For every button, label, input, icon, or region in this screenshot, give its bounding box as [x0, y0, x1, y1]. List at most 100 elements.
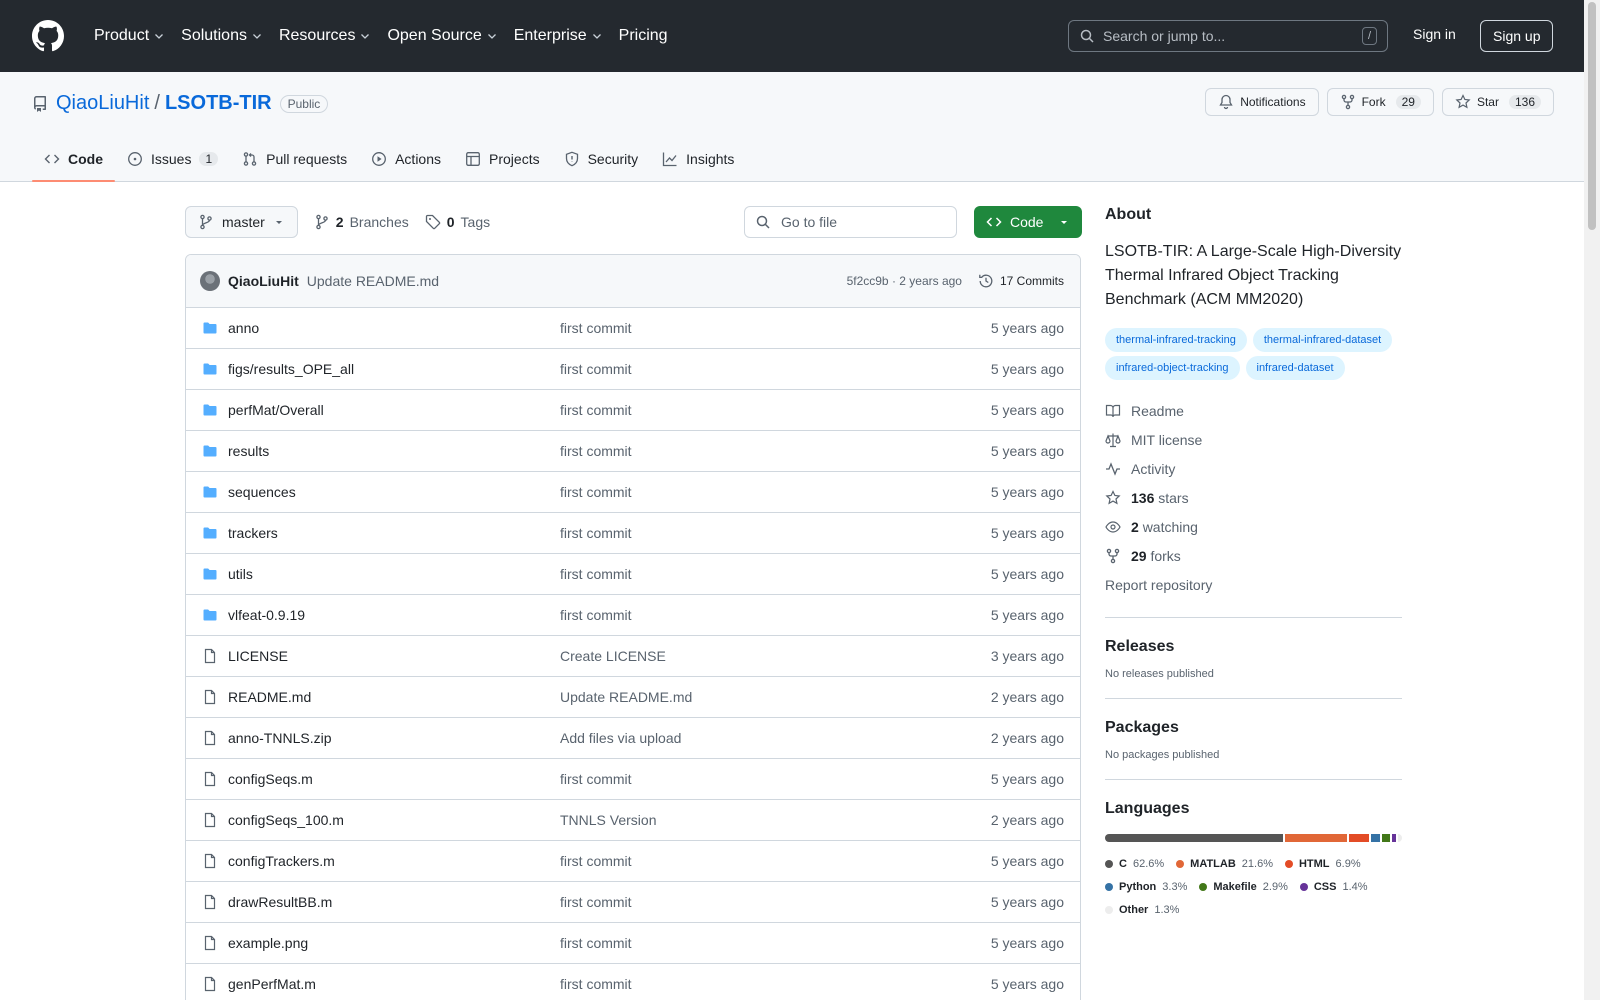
file-commit-message-link[interactable]: first commit: [560, 771, 632, 787]
file-name-link[interactable]: trackers: [228, 525, 560, 541]
table-row[interactable]: trackers first commit 5 years ago: [186, 513, 1080, 554]
language-item[interactable]: Makefile 2.9%: [1199, 875, 1288, 898]
table-row[interactable]: perfMat/Overall first commit 5 years ago: [186, 390, 1080, 431]
branches-link[interactable]: 2 Branches: [314, 214, 409, 230]
nav-pricing[interactable]: Pricing: [613, 21, 674, 51]
table-row[interactable]: figs/results_OPE_all first commit 5 years …: [186, 349, 1080, 390]
github-logo-icon[interactable]: [32, 20, 64, 52]
file-name-link[interactable]: perfMat/Overall: [228, 402, 560, 418]
commit-sha-time[interactable]: 5f2cc9b · 2 years ago: [847, 274, 962, 288]
language-item[interactable]: Other 1.3%: [1105, 898, 1179, 921]
repo-name-link[interactable]: LSOTB-TIR: [165, 92, 272, 115]
file-name-link[interactable]: configSeqs_100.m: [228, 812, 560, 828]
table-row[interactable]: drawResultBB.m first commit 5 years ago: [186, 882, 1080, 923]
table-row[interactable]: results first commit 5 years ago: [186, 431, 1080, 472]
code-dropdown-button[interactable]: Code: [974, 206, 1082, 238]
search-input[interactable]: Search or jump to... /: [1068, 20, 1388, 52]
nav-open-source[interactable]: Open Source: [381, 21, 503, 51]
file-name-link[interactable]: configSeqs.m: [228, 771, 560, 787]
table-row[interactable]: sequences first commit 5 years ago: [186, 472, 1080, 513]
file-commit-message-link[interactable]: Update README.md: [560, 689, 692, 705]
tab-code[interactable]: Code: [32, 136, 115, 182]
table-row[interactable]: configSeqs.m first commit 5 years ago: [186, 759, 1080, 800]
file-commit-message-link[interactable]: TNNLS Version: [560, 812, 656, 828]
about-link-law[interactable]: MIT license: [1105, 425, 1402, 454]
tab-insights[interactable]: Insights: [650, 136, 746, 182]
table-row[interactable]: vlfeat-0.9.19 first commit 5 years ago: [186, 595, 1080, 636]
notifications-button[interactable]: Notifications: [1205, 88, 1319, 116]
file-name-link[interactable]: README.md: [228, 689, 560, 705]
file-name-link[interactable]: anno: [228, 320, 560, 336]
commits-history-link[interactable]: 17 Commits: [978, 273, 1064, 289]
file-commit-message-link[interactable]: first commit: [560, 320, 632, 336]
sign-in-link[interactable]: Sign in: [1413, 26, 1456, 42]
file-name-link[interactable]: genPerfMat.m: [228, 976, 560, 992]
file-commit-message-link[interactable]: first commit: [560, 853, 632, 869]
file-commit-message-link[interactable]: first commit: [560, 607, 632, 623]
table-row[interactable]: anno first commit 5 years ago: [186, 308, 1080, 349]
about-link-star[interactable]: 136 stars: [1105, 483, 1402, 512]
table-row[interactable]: configSeqs_100.m TNNLS Version 2 years ago: [186, 800, 1080, 841]
language-item[interactable]: HTML 6.9%: [1284, 852, 1361, 875]
avatar[interactable]: [200, 271, 220, 291]
language-item[interactable]: Python 3.3%: [1105, 875, 1187, 898]
language-item[interactable]: MATLAB 21.6%: [1176, 852, 1273, 875]
topic-tag[interactable]: infrared-object-tracking: [1105, 356, 1240, 380]
file-name-link[interactable]: sequences: [228, 484, 560, 500]
tab-security[interactable]: Security: [552, 136, 651, 182]
scrollbar-thumb[interactable]: [1588, 2, 1596, 230]
table-row[interactable]: LICENSE Create LICENSE 3 years ago: [186, 636, 1080, 677]
file-commit-message-link[interactable]: Create LICENSE: [560, 648, 666, 664]
file-commit-message-link[interactable]: Add files via upload: [560, 730, 681, 746]
file-commit-message-link[interactable]: first commit: [560, 525, 632, 541]
file-commit-message-link[interactable]: first commit: [560, 402, 632, 418]
tab-actions[interactable]: Actions: [359, 136, 453, 182]
file-commit-message-link[interactable]: first commit: [560, 484, 632, 500]
tab-projects[interactable]: Projects: [453, 136, 552, 182]
file-name-link[interactable]: results: [228, 443, 560, 459]
table-row[interactable]: example.png first commit 5 years ago: [186, 923, 1080, 964]
nav-enterprise[interactable]: Enterprise: [508, 21, 609, 51]
file-commit-message-link[interactable]: first commit: [560, 935, 632, 951]
tab-issues[interactable]: Issues 1: [115, 136, 230, 182]
file-name-link[interactable]: LICENSE: [228, 648, 560, 664]
table-row[interactable]: configTrackers.m first commit 5 years ago: [186, 841, 1080, 882]
file-commit-message-link[interactable]: first commit: [560, 894, 632, 910]
language-item[interactable]: CSS 1.4%: [1299, 875, 1368, 898]
file-name-link[interactable]: configTrackers.m: [228, 853, 560, 869]
fork-button[interactable]: Fork 29: [1326, 88, 1434, 116]
tab-pull-requests[interactable]: Pull requests: [230, 136, 359, 182]
file-commit-message-link[interactable]: first commit: [560, 566, 632, 582]
table-row[interactable]: utils first commit 5 years ago: [186, 554, 1080, 595]
table-row[interactable]: README.md Update README.md 2 years ago: [186, 677, 1080, 718]
file-commit-message-link[interactable]: first commit: [560, 443, 632, 459]
branch-selector[interactable]: master: [185, 206, 298, 238]
about-link-pulse[interactable]: Activity: [1105, 454, 1402, 483]
file-name-link[interactable]: figs/results_OPE_all: [228, 361, 560, 377]
language-item[interactable]: C 62.6%: [1105, 852, 1164, 875]
page-scrollbar[interactable]: [1584, 0, 1600, 1000]
table-row[interactable]: genPerfMat.m first commit 5 years ago: [186, 964, 1080, 1000]
file-name-link[interactable]: example.png: [228, 935, 560, 951]
about-link-fork[interactable]: 29 forks: [1105, 541, 1402, 570]
nav-resources[interactable]: Resources: [273, 21, 377, 51]
commit-author-link[interactable]: QiaoLiuHit: [228, 273, 299, 289]
file-name-link[interactable]: vlfeat-0.9.19: [228, 607, 560, 623]
sign-up-button[interactable]: Sign up: [1480, 20, 1554, 52]
tags-link[interactable]: 0 Tags: [425, 214, 490, 230]
go-to-file-input[interactable]: Go to file: [744, 206, 957, 238]
about-link-eye[interactable]: 2 watching: [1105, 512, 1402, 541]
nav-product[interactable]: Product: [88, 21, 171, 51]
star-button[interactable]: Star 136: [1441, 88, 1554, 116]
file-name-link[interactable]: utils: [228, 566, 560, 582]
packages-heading[interactable]: Packages: [1105, 719, 1402, 737]
report-repository-link[interactable]: Report repository: [1105, 570, 1402, 599]
file-commit-message-link[interactable]: first commit: [560, 976, 632, 992]
nav-solutions[interactable]: Solutions: [175, 21, 269, 51]
file-name-link[interactable]: anno-TNNLS.zip: [228, 730, 560, 746]
commit-message-link[interactable]: Update README.md: [307, 273, 439, 289]
topic-tag[interactable]: thermal-infrared-dataset: [1252, 328, 1393, 352]
topic-tag[interactable]: thermal-infrared-tracking: [1105, 328, 1247, 352]
table-row[interactable]: anno-TNNLS.zip Add files via upload 2 year…: [186, 718, 1080, 759]
file-commit-message-link[interactable]: first commit: [560, 361, 632, 377]
